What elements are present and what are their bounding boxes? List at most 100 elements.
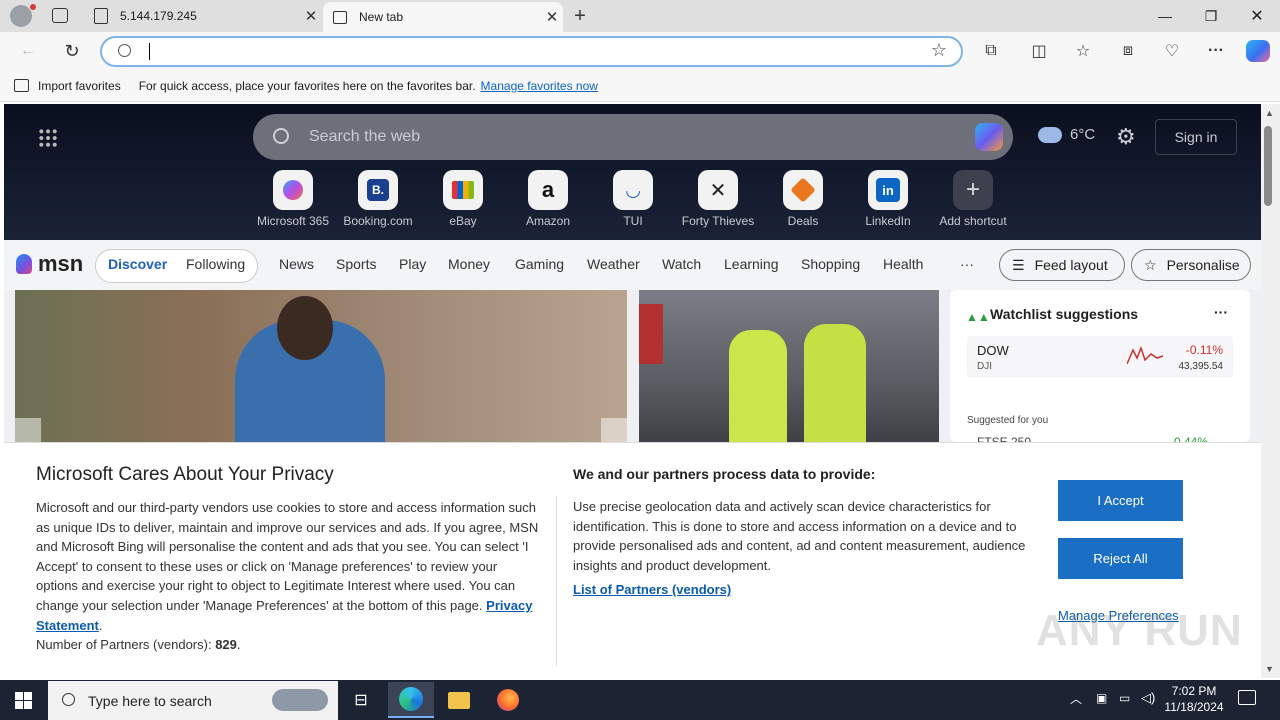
- close-window-button[interactable]: ✕: [1234, 0, 1280, 32]
- browser-essentials-icon[interactable]: ♡: [1159, 38, 1185, 64]
- system-clock[interactable]: 7:02 PM 11/18/2024: [1158, 683, 1230, 715]
- nav-watch[interactable]: Watch: [662, 256, 701, 272]
- profile-icon[interactable]: [10, 4, 36, 27]
- refresh-button[interactable]: ↻: [59, 38, 85, 64]
- minimize-button[interactable]: —: [1142, 0, 1188, 32]
- network-icon[interactable]: ▭: [1119, 691, 1130, 705]
- firefox-button[interactable]: [485, 682, 531, 718]
- shortcut-microsoft-365[interactable]: Microsoft 365: [253, 170, 333, 228]
- watchlist-more-button[interactable]: ···: [1214, 304, 1228, 320]
- new-tab-button[interactable]: +: [568, 4, 592, 28]
- shortcut-deals[interactable]: Deals: [763, 170, 843, 228]
- restore-button[interactable]: ❐: [1188, 0, 1234, 32]
- apps-grid-icon[interactable]: [38, 128, 58, 148]
- partners-list-link[interactable]: List of Partners (vendors): [573, 582, 731, 597]
- deals-tag-icon: [783, 170, 823, 210]
- shortcut-label: Forty Thieves: [681, 214, 755, 228]
- tab-actions-icon[interactable]: [52, 8, 68, 23]
- tab-title: 5.144.179.245: [120, 9, 197, 23]
- volume-icon[interactable]: ◁): [1141, 690, 1155, 706]
- shortcut-amazon[interactable]: a Amazon: [508, 170, 588, 228]
- nav-shopping[interactable]: Shopping: [801, 256, 860, 272]
- favorites-icon[interactable]: ☆: [1070, 38, 1096, 64]
- msn-logo-text: msn: [38, 251, 84, 276]
- shortcut-label: eBay: [449, 214, 477, 228]
- more-menu-icon[interactable]: ···: [1203, 38, 1229, 64]
- carousel-next-button[interactable]: [601, 418, 627, 442]
- split-screen-icon[interactable]: ◫: [1026, 38, 1052, 64]
- nav-health[interactable]: Health: [883, 256, 923, 272]
- notifications-icon[interactable]: [1238, 690, 1256, 705]
- tab-following[interactable]: Following: [186, 256, 245, 272]
- temperature: 6°C: [1070, 126, 1096, 143]
- shortcut-ebay[interactable]: eBay: [423, 170, 503, 228]
- close-tab-icon[interactable]: ✕: [300, 7, 322, 25]
- scroll-down-arrow-icon[interactable]: ▼: [1265, 664, 1274, 674]
- extensions-icon[interactable]: ⧉: [978, 38, 1004, 64]
- start-button[interactable]: [0, 682, 46, 718]
- sign-in-button[interactable]: Sign in: [1155, 119, 1237, 155]
- tui-icon: ◡: [613, 170, 653, 210]
- shortcut-add[interactable]: + Add shortcut: [933, 170, 1013, 228]
- nav-more-button[interactable]: ···: [960, 256, 974, 272]
- taskbar-search-box[interactable]: Type here to search: [48, 681, 338, 720]
- tray-device-icon[interactable]: ▣: [1096, 691, 1107, 705]
- msn-logo[interactable]: msn: [16, 251, 83, 277]
- clock-time: 7:02 PM: [1171, 684, 1217, 698]
- close-tab-icon[interactable]: ✕: [541, 8, 563, 26]
- nav-money[interactable]: Money: [448, 256, 490, 272]
- tray-overflow-icon[interactable]: ︿: [1070, 690, 1082, 707]
- tab-discover[interactable]: Discover: [108, 256, 167, 272]
- news-card-image[interactable]: [15, 290, 627, 442]
- reject-all-button[interactable]: Reject All: [1058, 538, 1183, 579]
- address-bar[interactable]: ☆: [100, 36, 963, 67]
- nav-gaming[interactable]: Gaming: [515, 256, 564, 272]
- shortcut-forty-thieves[interactable]: ✕ Forty Thieves: [678, 170, 758, 228]
- news-card-police-image[interactable]: [639, 290, 939, 442]
- edge-taskbar-button[interactable]: [388, 682, 434, 718]
- back-button[interactable]: ←: [15, 38, 41, 64]
- task-view-button[interactable]: ⊟: [338, 682, 384, 718]
- nav-news[interactable]: News: [279, 256, 314, 272]
- web-search-box[interactable]: Search the web: [253, 114, 1013, 160]
- copilot-icon[interactable]: [975, 123, 1003, 151]
- shortcut-label: Add shortcut: [939, 214, 1007, 228]
- scrollbar-thumb[interactable]: [1264, 126, 1272, 206]
- shortcut-tui[interactable]: ◡ TUI: [593, 170, 673, 228]
- settings-gear-icon[interactable]: ⚙: [1116, 124, 1136, 150]
- shortcut-label: Deals: [787, 214, 819, 228]
- collections-icon[interactable]: ⧈: [1115, 38, 1141, 64]
- shortcut-label: LinkedIn: [865, 214, 911, 228]
- nav-weather[interactable]: Weather: [587, 256, 640, 272]
- stock-ticker: DJI: [977, 361, 992, 372]
- data-processing-body: Use precise geolocation data and activel…: [573, 497, 1033, 600]
- file-explorer-button[interactable]: [436, 682, 482, 718]
- shortcut-linkedin[interactable]: in LinkedIn: [848, 170, 928, 228]
- weather-widget[interactable]: 6°C: [1038, 126, 1095, 143]
- stock-change: -0.11%: [1185, 343, 1223, 357]
- shortcut-booking[interactable]: B. Booking.com: [338, 170, 418, 228]
- personalise-button[interactable]: ☆ Personalise: [1131, 249, 1251, 281]
- edge-icon: [399, 687, 423, 711]
- officer-left: [729, 330, 787, 442]
- stock-row-dow[interactable]: DOW DJI -0.11% 43,395.54: [967, 336, 1233, 378]
- folder-icon: [448, 691, 470, 709]
- privacy-body: Microsoft and our third-party vendors us…: [36, 500, 539, 653]
- accept-button[interactable]: I Accept: [1058, 480, 1183, 521]
- nav-sports[interactable]: Sports: [336, 256, 376, 272]
- copilot-icon[interactable]: [1246, 40, 1270, 62]
- officer-right: [804, 324, 866, 442]
- watchlist-trend-icon: ▲▲: [966, 310, 990, 324]
- manage-favorites-link[interactable]: Manage favorites now: [481, 79, 598, 93]
- tab-ip-address[interactable]: 5.144.179.245 ✕: [84, 0, 322, 32]
- import-favorites-button[interactable]: Import favorites: [14, 79, 121, 93]
- scroll-up-arrow-icon[interactable]: ▲: [1265, 108, 1274, 118]
- tab-new-tab[interactable]: New tab ✕: [323, 2, 563, 32]
- sign-in-label: Sign in: [1174, 129, 1218, 145]
- feed-layout-button[interactable]: ☰ Feed layout: [999, 249, 1125, 281]
- search-icon: [273, 128, 289, 144]
- nav-learning[interactable]: Learning: [724, 256, 779, 272]
- nav-play[interactable]: Play: [399, 256, 426, 272]
- carousel-prev-button[interactable]: [15, 418, 41, 442]
- favorite-star-icon[interactable]: ☆: [931, 40, 947, 61]
